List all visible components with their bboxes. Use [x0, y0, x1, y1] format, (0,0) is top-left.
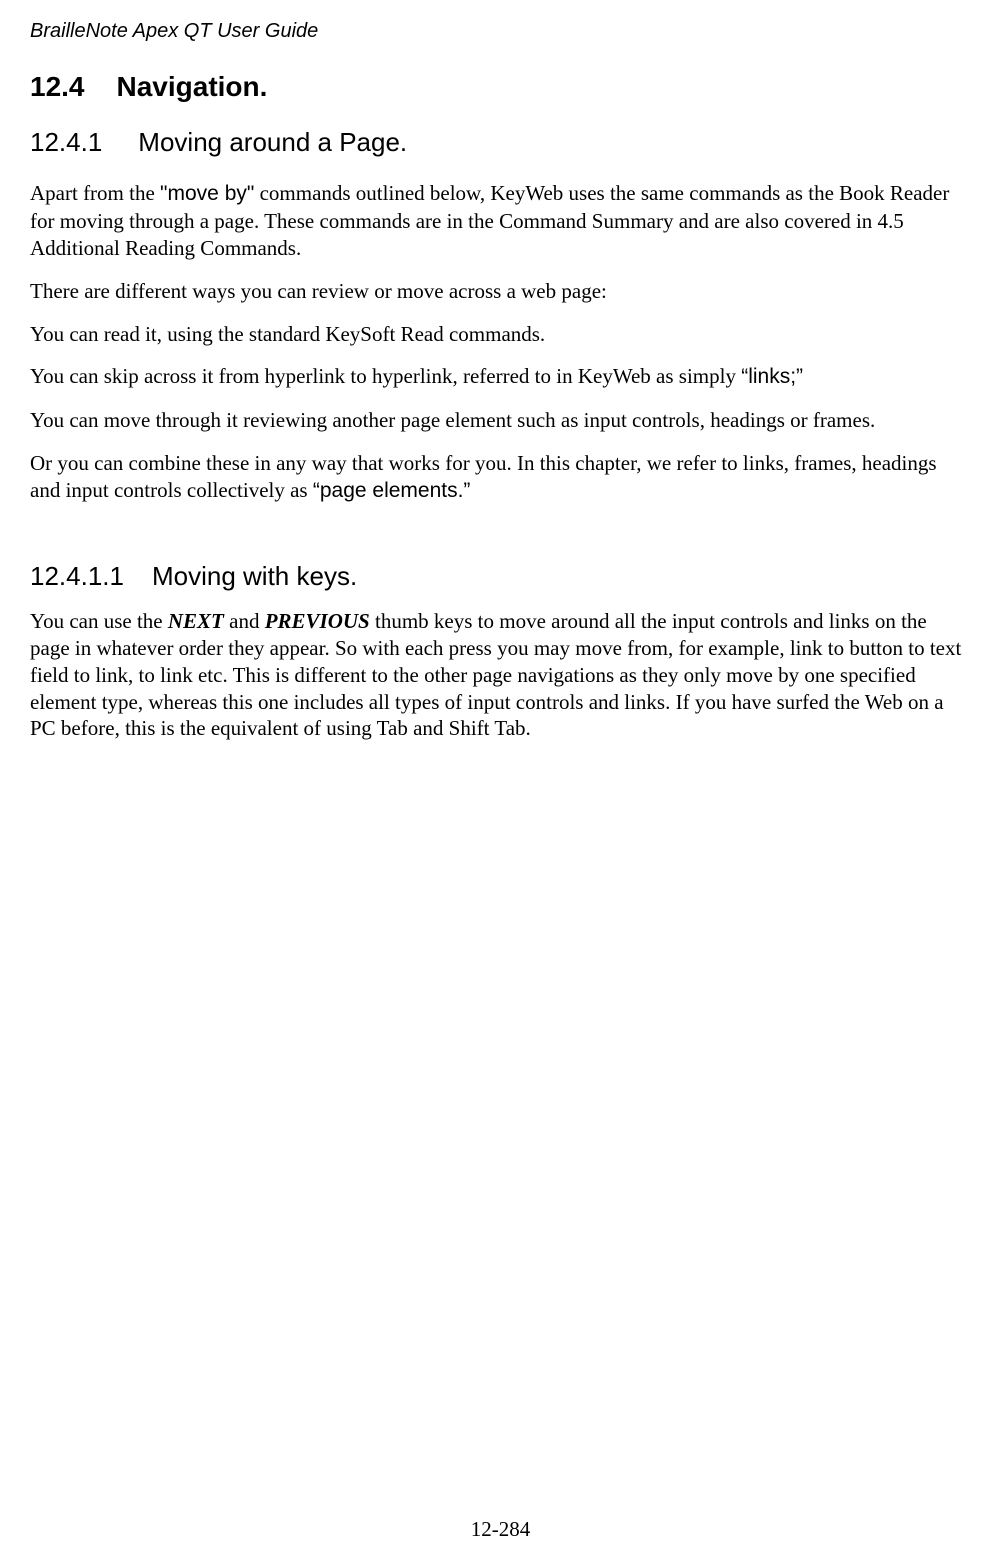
paragraph: Apart from the "move by" commands outlin…: [30, 180, 971, 262]
key-previous: PREVIOUS: [265, 609, 370, 633]
spacer: [30, 521, 971, 561]
heading-12-4-1: 12.4.1 Moving around a Page.: [30, 127, 971, 158]
paragraph: You can skip across it from hyperlink to…: [30, 363, 971, 391]
heading-number: 12.4: [30, 71, 85, 103]
key-next: NEXT: [168, 609, 224, 633]
text: Apart from the: [30, 181, 160, 205]
paragraph: You can use the NEXT and PREVIOUS thumb …: [30, 608, 971, 742]
document-page: BrailleNote Apex QT User Guide 12.4 Navig…: [0, 0, 1001, 1566]
bold-phrase-links: “links;”: [741, 365, 803, 388]
bold-phrase-page-elements: “page elements.”: [313, 479, 471, 502]
text: and: [224, 609, 265, 633]
heading-title: Moving with keys.: [152, 561, 357, 591]
page-footer: 12-284: [0, 1517, 1001, 1542]
heading-12-4-1-1: 12.4.1.1 Moving with keys.: [30, 561, 971, 592]
paragraph: There are different ways you can review …: [30, 278, 971, 305]
heading-number: 12.4.1.1: [30, 561, 124, 592]
heading-12-4: 12.4 Navigation.: [30, 71, 971, 103]
paragraph: You can read it, using the standard KeyS…: [30, 321, 971, 348]
paragraph: Or you can combine these in any way that…: [30, 450, 971, 505]
text: You can skip across it from hyperlink to…: [30, 364, 741, 388]
running-header: BrailleNote Apex QT User Guide: [30, 20, 971, 43]
heading-number: 12.4.1: [30, 127, 102, 158]
heading-title: Moving around a Page.: [138, 127, 407, 157]
text: You can use the: [30, 609, 168, 633]
text: Or you can combine these in any way that…: [30, 451, 937, 502]
paragraph: You can move through it reviewing anothe…: [30, 407, 971, 434]
bold-phrase-move-by: "move by": [160, 182, 254, 205]
heading-title: Navigation.: [117, 71, 268, 102]
